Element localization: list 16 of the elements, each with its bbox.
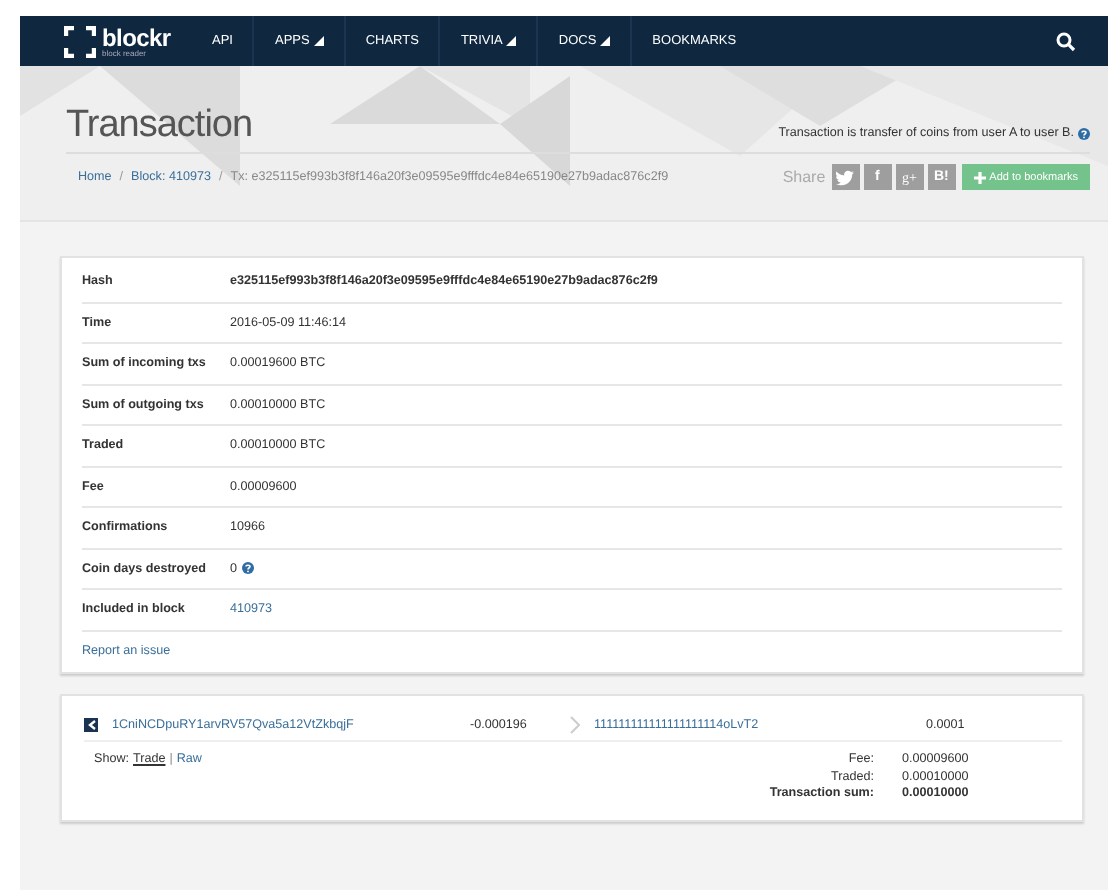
page-title: Transaction: [66, 104, 253, 148]
caret-icon: [506, 36, 517, 46]
logo-icon: [64, 25, 96, 57]
chevron-left-icon: [87, 719, 95, 729]
chevron-right-icon: [570, 715, 580, 733]
plus-icon: [973, 171, 986, 183]
help-icon[interactable]: [1078, 127, 1090, 139]
caret-icon: [600, 36, 611, 46]
caret-icon: [313, 36, 324, 46]
bird-icon: [836, 169, 855, 185]
twitter-button[interactable]: [831, 164, 860, 190]
share-label: Share: [782, 168, 826, 186]
collapse-button[interactable]: [84, 717, 98, 731]
logo-text[interactable]: blockr: [102, 25, 171, 49]
search-icon[interactable]: [1056, 31, 1076, 51]
help-icon[interactable]: [241, 562, 254, 575]
